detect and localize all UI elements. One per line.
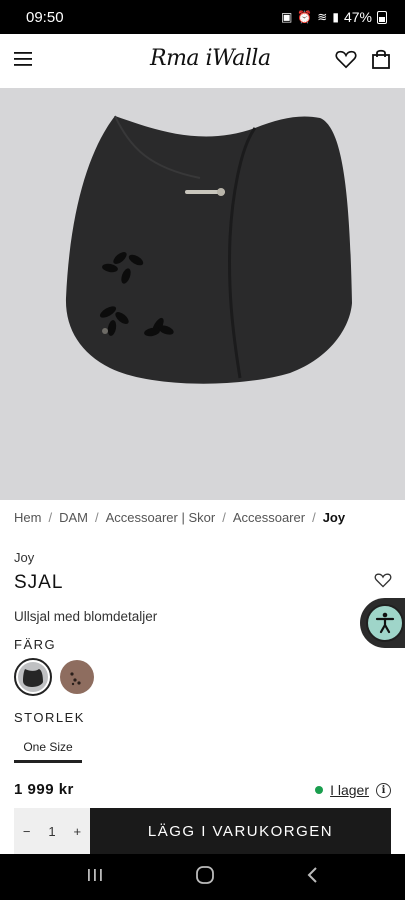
lock-icon: ▣ <box>281 10 293 24</box>
size-label: STORLEK <box>14 710 85 725</box>
color-swatch-brown[interactable] <box>60 660 94 694</box>
quantity-value[interactable]: 1 <box>48 824 55 839</box>
status-bar: 09:50 ▣ ⏰ ≋ ▮ 47% <box>0 0 405 34</box>
breadcrumb-item-home[interactable]: Hem <box>14 510 41 525</box>
stock-link[interactable]: I lager <box>330 782 369 798</box>
battery-percent: 47% <box>343 9 372 25</box>
alarm-icon: ⏰ <box>297 10 313 24</box>
signal-icon: ▮ <box>332 10 339 24</box>
home-icon[interactable] <box>195 865 215 890</box>
accessibility-button[interactable] <box>360 598 405 648</box>
breadcrumb-current: Joy <box>322 510 346 525</box>
color-swatch-black[interactable] <box>14 658 52 696</box>
stock-status: I lager i <box>315 782 391 798</box>
add-to-cart-button[interactable]: LÄGG I VARUKORGEN <box>90 808 391 854</box>
wifi-icon: ≋ <box>317 10 328 24</box>
breadcrumb-item-accessories-shoes[interactable]: Accessoarer | Skor <box>106 510 216 525</box>
breadcrumb-separator: / <box>222 510 226 525</box>
breadcrumb: Hem / DAM / Accessoarer | Skor / Accessoarer / J… <box>14 510 345 525</box>
status-time: 09:50 <box>26 8 64 26</box>
product-description: Ullsjal med blomdetaljer <box>14 609 158 624</box>
stock-indicator-dot <box>315 786 324 794</box>
product-title: SJAL <box>14 572 64 593</box>
size-option-one-size[interactable]: One Size <box>14 733 82 763</box>
heart-icon[interactable] <box>335 49 357 74</box>
breadcrumb-separator: / <box>94 510 99 525</box>
hamburger-menu-icon[interactable] <box>14 51 34 72</box>
accessibility-icon <box>366 604 404 642</box>
quantity-decrease-button[interactable]: − <box>23 824 31 839</box>
quantity-increase-button[interactable]: + <box>73 824 81 839</box>
shopping-bag-icon[interactable] <box>371 48 391 75</box>
product-image[interactable] <box>0 88 405 500</box>
system-navigation-bar <box>0 854 405 900</box>
back-icon[interactable] <box>306 866 320 889</box>
breadcrumb-item-dam[interactable]: DAM <box>59 510 88 525</box>
status-icons: ▣ ⏰ ≋ ▮ 47% <box>281 9 387 25</box>
quantity-stepper: − 1 + <box>14 808 90 854</box>
info-icon[interactable]: i <box>376 782 391 798</box>
breadcrumb-item-accessories[interactable]: Accessoarer <box>233 510 305 525</box>
add-to-wishlist-heart-icon[interactable] <box>374 572 392 593</box>
shawl-illustration <box>65 115 352 384</box>
site-logo[interactable]: Rma iWalla <box>150 46 271 71</box>
breadcrumb-separator: / <box>312 510 316 525</box>
site-header: Rma iWalla <box>0 34 405 88</box>
breadcrumb-separator: / <box>48 510 53 525</box>
product-brand[interactable]: Joy <box>14 550 34 565</box>
color-label: FÄRG <box>14 637 57 652</box>
battery-icon <box>377 10 387 24</box>
recent-apps-icon[interactable] <box>86 867 104 888</box>
product-price: 1 999 kr <box>14 781 74 798</box>
